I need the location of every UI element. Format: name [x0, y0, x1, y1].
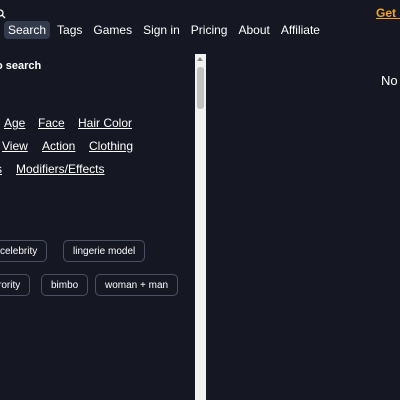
- tag-bimbo[interactable]: bimbo: [41, 274, 89, 296]
- results-panel: No: [206, 54, 400, 400]
- filter-row: Age Face Hair Color: [0, 116, 195, 139]
- top-bar: Get P Search Tags Games Sign in Pricing …: [0, 0, 400, 48]
- main-nav: Search Tags Games Sign in Pricing About …: [4, 21, 327, 39]
- get-pro-link[interactable]: Get P: [376, 6, 400, 20]
- filter-hair-color[interactable]: Hair Color: [78, 116, 132, 130]
- nav-games[interactable]: Games: [89, 21, 136, 39]
- filter-age[interactable]: Age: [4, 116, 25, 130]
- nav-about[interactable]: About: [234, 21, 273, 39]
- filter-categories: Age Face Hair Color View Action Clothing…: [0, 116, 195, 185]
- section-title: o search: [0, 60, 42, 72]
- scroll-thumb[interactable]: [197, 67, 204, 109]
- nav-search[interactable]: Search: [4, 21, 51, 39]
- filter-partial[interactable]: s: [0, 162, 2, 176]
- filter-action[interactable]: Action: [42, 139, 75, 153]
- tag-lingerie-model[interactable]: lingerie model: [63, 240, 146, 262]
- scroll-up-arrow-icon[interactable]: [197, 57, 203, 61]
- filter-panel: o search Age Face Hair Color View Action…: [0, 54, 195, 400]
- scrollbar[interactable]: [195, 54, 206, 400]
- results-message: No: [381, 73, 398, 88]
- search-logo-icon[interactable]: [0, 6, 6, 19]
- nav-affiliate[interactable]: Affiliate: [277, 21, 324, 39]
- tag-partial-rority[interactable]: rority: [0, 274, 31, 296]
- tag-woman-man[interactable]: woman + man: [95, 274, 179, 296]
- filter-clothing[interactable]: Clothing: [89, 139, 133, 153]
- nav-sign-in[interactable]: Sign in: [139, 21, 184, 39]
- app-root: Get P Search Tags Games Sign in Pricing …: [0, 0, 400, 400]
- nav-tags[interactable]: Tags: [53, 21, 86, 39]
- filter-row: View Action Clothing: [0, 139, 195, 162]
- tag-celebrity[interactable]: celebrity: [0, 240, 48, 262]
- filter-row: s Modifiers/Effects: [0, 162, 195, 185]
- filter-view[interactable]: View: [2, 139, 28, 153]
- filter-face[interactable]: Face: [38, 116, 65, 130]
- filter-modifiers-effects[interactable]: Modifiers/Effects: [16, 162, 104, 176]
- nav-pricing[interactable]: Pricing: [187, 21, 232, 39]
